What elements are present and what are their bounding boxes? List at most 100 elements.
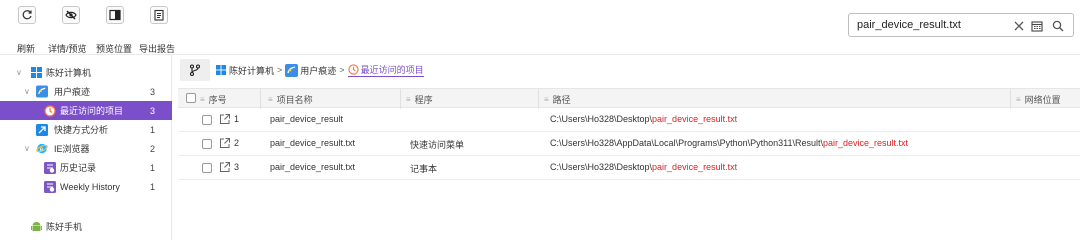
windows-icon [30,67,42,79]
row-index: 3 [234,162,240,172]
tree-item-label: 历史记录 [60,163,97,173]
row-checkbox[interactable] [202,115,212,125]
table-row[interactable]: 2 pair_device_result.txt 快速访问菜单 C:\Users… [178,132,1080,156]
tree-item-weekly-history[interactable]: Weekly History 1 [0,177,172,196]
user-traces-icon [285,63,299,77]
tree-item-ie-browser[interactable]: ∨ e IE浏览器 2 [0,139,172,158]
breadcrumb-separator: > [277,65,283,75]
tree-item-label: 最近访问的项目 [60,106,124,116]
table-row[interactable]: 3 pair_device_result.txt 记事本 C:\Users\Ho… [178,156,1080,180]
user-traces-icon [36,85,48,98]
tree-item-label: IE浏览器 [54,144,90,154]
table-row[interactable]: 1 pair_device_result C:\Users\Ho328\Desk… [178,108,1080,132]
column-divider[interactable] [400,89,401,109]
open-external-icon[interactable] [219,113,231,125]
open-external-icon[interactable] [219,161,231,173]
column-header-index[interactable]: ≡ 序号 [200,93,227,106]
breadcrumb-label: 最近访问的项目 [360,65,424,75]
breadcrumb-item-user-traces[interactable]: 用户痕迹 > [285,63,347,77]
tree-item-count: 1 [150,162,156,173]
toolbar: 刷新 详情/预览 预览位置 导出报告 [0,0,1080,54]
clear-icon[interactable] [1011,18,1027,34]
tree-item-shortcut-analysis[interactable]: 快捷方式分析 1 [0,120,172,139]
grip-icon: ≡ [268,95,273,104]
row-index: 1 [234,114,240,124]
search-icon[interactable] [1050,18,1066,34]
history-icon [44,161,56,174]
results-table: ≡ 序号 ≡ 项目名称 ≡ 程序 ≡ 路径 ≡ 网络位置 1 pair_device_re… [178,88,1080,180]
preview-position-button[interactable] [106,6,124,24]
tree-item-recent-items[interactable]: 最近访问的项目 3 [0,101,172,120]
details-preview-button[interactable] [62,6,80,24]
chevron-down-icon[interactable]: ∨ [24,144,30,153]
breadcrumb-separator: > [339,65,345,75]
export-report-button[interactable] [150,6,168,24]
column-header-label: 程序 [414,95,433,105]
main-panel: 陈好计算机 > 用户痕迹 > 最近访问的项目 ≡ 序号 ≡ 项目名称 ≡ 程序 ≡ 路径… [178,55,1080,240]
open-external-icon[interactable] [219,137,231,149]
breadcrumb-item-recent-items[interactable]: 最近访问的项目 [347,63,424,77]
table-header: ≡ 序号 ≡ 项目名称 ≡ 程序 ≡ 路径 ≡ 网络位置 [178,88,1080,109]
tree-item-computer[interactable]: ∨ 陈好计算机 [0,63,172,82]
path-prefix: C:\Users\Ho328\AppData\Local\Programs\Py… [550,138,823,148]
tree-item-label: 陈好手机 [46,222,83,232]
search-input[interactable] [857,17,997,33]
tree-item-label: 快捷方式分析 [54,125,109,135]
row-path: C:\Users\Ho328\AppData\Local\Programs\Py… [550,138,908,148]
row-name: pair_device_result.txt [270,162,356,172]
eye-off-icon [62,6,80,24]
path-match: pair_device_result.txt [652,114,738,124]
tree-item-label: 用户痕迹 [54,87,91,97]
refresh-button[interactable] [18,6,36,24]
android-icon [30,221,42,233]
calendar-icon[interactable] [1029,18,1045,34]
path-match: pair_device_result.txt [822,138,909,148]
search-box [848,13,1074,37]
tree-item-phone[interactable]: 陈好手机 [0,217,172,236]
grip-icon: ≡ [406,95,411,104]
tree-item-history[interactable]: 历史记录 1 [0,158,172,177]
breadcrumb-label: 用户痕迹 [300,65,337,76]
shortcut-icon [36,123,48,136]
grip-icon: ≡ [1016,95,1021,104]
clock-icon [347,64,359,75]
path-prefix: C:\Users\Ho328\Desktop\ [550,162,653,172]
column-divider[interactable] [1010,89,1011,109]
column-divider[interactable] [538,89,539,109]
tree-item-count: 2 [150,143,156,154]
column-header-label: 项目名称 [276,95,313,105]
row-path: C:\Users\Ho328\Desktop\pair_device_resul… [550,114,737,124]
refresh-icon [18,6,36,24]
grip-icon: ≡ [200,95,205,104]
column-header-program[interactable]: ≡ 程序 [406,93,433,106]
grip-icon: ≡ [544,95,549,104]
tree-item-count: 1 [150,181,156,192]
row-path: C:\Users\Ho328\Desktop\pair_device_resul… [550,162,737,172]
column-header-path[interactable]: ≡ 路径 [544,93,571,106]
select-all-checkbox[interactable] [186,93,196,103]
row-checkbox[interactable] [202,163,212,173]
breadcrumb-item-computer[interactable]: 陈好计算机 > [216,64,285,77]
svg-text:e: e [40,146,44,153]
sidebar-tree: ∨ 陈好计算机 ∨ 用户痕迹 3 最近访问的项目 3 快捷方式分析 1 ∨ e … [0,55,172,240]
breadcrumb-label: 陈好计算机 [229,65,275,76]
windows-icon [216,65,226,75]
column-header-name[interactable]: ≡ 项目名称 [268,93,313,106]
tree-item-user-traces[interactable]: ∨ 用户痕迹 3 [0,82,172,101]
weekly-history-icon [44,180,56,193]
row-name: pair_device_result [270,114,344,124]
breadcrumb: 陈好计算机 > 用户痕迹 > 最近访问的项目 [180,57,1078,83]
clock-icon [44,104,56,117]
column-header-label: 序号 [208,95,227,105]
branch-button[interactable] [180,59,210,81]
tree-item-label: 陈好计算机 [46,68,92,78]
row-checkbox[interactable] [202,139,212,149]
column-divider[interactable] [260,89,261,109]
chevron-down-icon[interactable]: ∨ [24,87,30,96]
tree-item-label: Weekly History [60,181,120,192]
column-header-network[interactable]: ≡ 网络位置 [1016,93,1061,106]
chevron-down-icon[interactable]: ∨ [16,68,22,77]
report-icon [150,6,168,24]
split-panel-icon [106,6,124,24]
ie-browser-icon: e [36,143,48,155]
